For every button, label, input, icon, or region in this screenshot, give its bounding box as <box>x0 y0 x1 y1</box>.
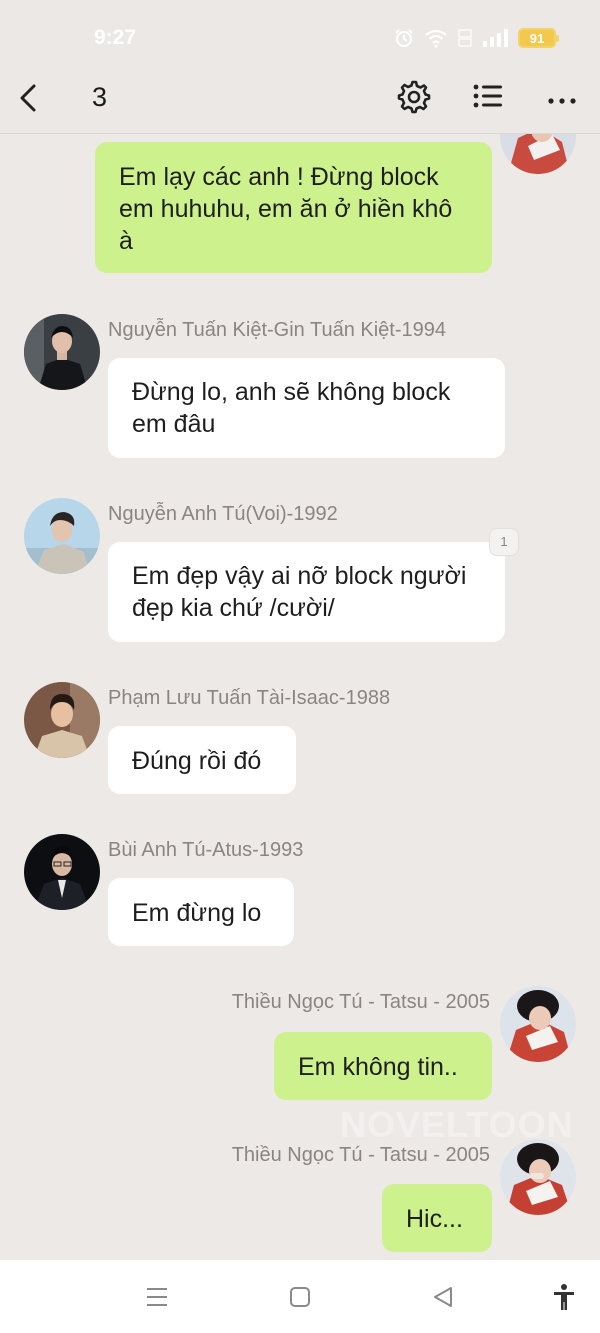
message-bubble[interactable]: Em lạy các anh ! Đừng block em huhuhu, e… <box>95 142 492 273</box>
sender-name: Phạm Lưu Tuấn Tài-Isaac-1988 <box>108 687 391 709</box>
avatar[interactable] <box>500 1139 576 1215</box>
wifi-icon <box>425 29 447 48</box>
avatar[interactable] <box>500 986 576 1062</box>
sender-name: Bùi Anh Tú-Atus-1993 <box>108 839 304 861</box>
back-triangle-icon[interactable] <box>428 1282 458 1312</box>
avatar[interactable] <box>24 314 100 390</box>
message-bubble[interactable]: Em không tin.. <box>274 1032 492 1100</box>
top-bar: 9:27 91 3 <box>0 0 600 134</box>
chat-title: 3 <box>92 82 108 112</box>
system-nav-bar <box>0 1260 600 1333</box>
list-icon[interactable] <box>470 78 506 114</box>
message-bubble[interactable]: Đừng lo, anh sẽ không block em đâu <box>108 358 505 458</box>
sender-name: Nguyễn Tuấn Kiệt-Gin Tuấn Kiệt-1994 <box>108 319 446 341</box>
avatar[interactable] <box>24 498 100 574</box>
menu-icon[interactable] <box>142 1282 172 1312</box>
message-list[interactable]: Em lạy các anh ! Đừng block em huhuhu, e… <box>0 0 600 1260</box>
message-bubble[interactable]: Hic... <box>382 1184 492 1252</box>
accessibility-icon[interactable] <box>549 1282 579 1312</box>
message-bubble[interactable]: Đúng rồi đó <box>108 726 296 794</box>
message-bubble[interactable]: Em đẹp vậy ai nỡ block người đẹp kia chứ… <box>108 542 505 642</box>
message-text: Em không tin.. <box>298 1053 458 1081</box>
read-count-badge[interactable]: 1 <box>489 528 519 556</box>
message-text: Đừng lo, anh sẽ không block em đâu <box>132 378 451 438</box>
message-text: Em đẹp vậy ai nỡ block người đẹp kia chứ… <box>132 562 467 622</box>
volte-icon <box>458 29 472 47</box>
avatar[interactable] <box>24 834 100 910</box>
message-bubble[interactable]: Em đừng lo <box>108 878 294 946</box>
alarm-icon <box>395 29 413 47</box>
settings-icon[interactable] <box>395 78 431 114</box>
message-text: Đúng rồi đó <box>132 747 262 775</box>
back-icon[interactable] <box>14 80 46 116</box>
message-text: Em lạy các anh ! Đừng block em huhuhu, e… <box>119 163 453 255</box>
message-text: Hic... <box>406 1205 463 1233</box>
battery-icon: 91 <box>518 28 559 48</box>
avatar[interactable] <box>24 682 100 758</box>
sender-name: Thiều Ngọc Tú - Tatsu - 2005 <box>231 991 490 1013</box>
home-icon[interactable] <box>285 1282 315 1312</box>
status-time: 9:27 <box>94 26 137 49</box>
chat-header: 3 <box>0 72 600 134</box>
status-bar: 9:27 91 <box>0 0 600 72</box>
sender-name: Nguyễn Anh Tú(Voi)-1992 <box>108 503 338 525</box>
signal-icon <box>483 29 508 47</box>
battery-level: 91 <box>529 30 545 46</box>
sender-name: Thiều Ngọc Tú - Tatsu - 2005 <box>231 1144 490 1166</box>
status-icons: 91 <box>394 26 559 50</box>
more-icon[interactable] <box>544 78 580 114</box>
message-text: Em đừng lo <box>132 899 262 927</box>
